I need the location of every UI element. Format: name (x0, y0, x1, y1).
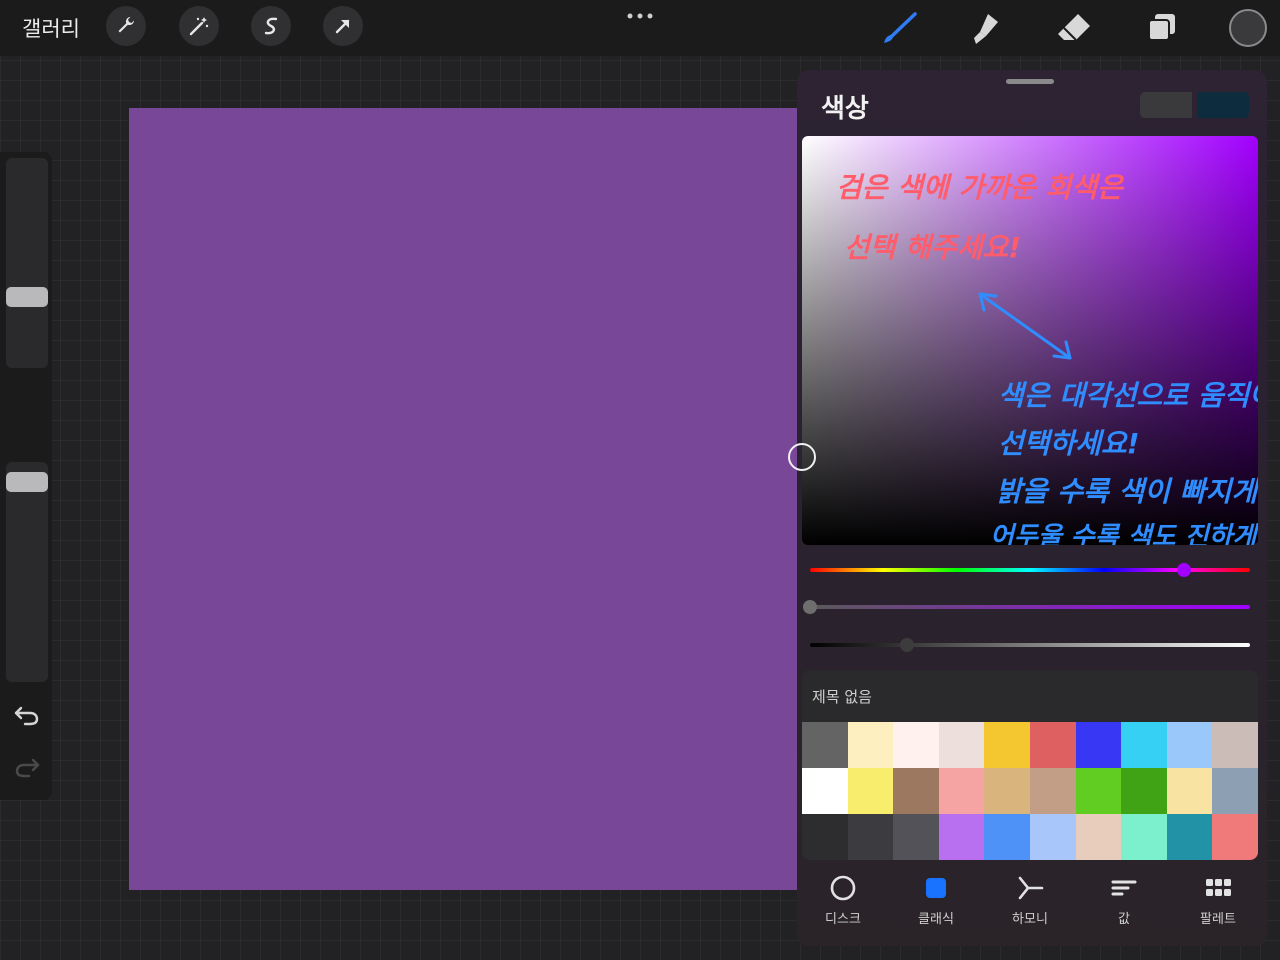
palette-grid-icon (1206, 879, 1231, 896)
brightness-slider[interactable] (810, 643, 1250, 647)
palette-swatch[interactable] (938, 814, 985, 860)
palette-swatch[interactable] (1166, 722, 1213, 768)
annotation-red-line1: 검은 색에 가까운 회색은 (836, 171, 1123, 204)
palette-swatch[interactable] (1075, 722, 1122, 768)
brush-size-slider[interactable] (6, 158, 48, 368)
selection-icon (264, 17, 278, 35)
annotation-blue-line1: 색은 대각선으로 움직여 (998, 379, 1258, 412)
harmony-icon (1018, 876, 1044, 900)
current-color-swatch[interactable] (1197, 92, 1249, 118)
move-arrow-icon (335, 19, 350, 34)
saturation-brightness-handle[interactable] (788, 443, 816, 471)
palette-swatch[interactable] (1075, 768, 1122, 814)
more-dots-icon[interactable] (622, 6, 658, 26)
brush-icon[interactable] (880, 8, 920, 48)
tab-disc[interactable]: 디스크 (803, 870, 883, 936)
palette-swatch[interactable] (802, 722, 848, 768)
palette-swatch[interactable] (847, 722, 894, 768)
saturation-thumb[interactable] (803, 600, 817, 614)
magic-wand-icon (189, 17, 209, 36)
wrench-icon (118, 16, 135, 33)
drawing-canvas[interactable] (129, 108, 797, 890)
palette-swatch[interactable] (847, 768, 894, 814)
opacity-slider[interactable] (6, 462, 48, 682)
disc-icon (830, 875, 856, 901)
annotation-red-line2: 선택 해주세요! (844, 231, 1022, 264)
annotation-blue-line4: 어두울 수록 색도 진하게 (990, 522, 1257, 545)
palette-swatch[interactable] (1029, 814, 1076, 860)
palette-swatch[interactable] (1121, 814, 1167, 860)
palette-section: 제목 없음 (802, 670, 1258, 860)
adjustments-button[interactable] (179, 6, 219, 46)
hue-thumb[interactable] (1177, 563, 1191, 577)
undo-icon[interactable] (12, 700, 42, 730)
palette-grid (802, 722, 1258, 860)
annotation-blue-line3: 밝을 수록 색이 빠지게 (996, 475, 1258, 508)
palette-swatch[interactable] (1029, 722, 1076, 768)
panel-grabber[interactable] (1006, 79, 1054, 84)
color-panel: 색상 검은 색에 가까운 회색은 선택 해주세요! 색은 대각선으로 움직여 선… (788, 70, 1267, 946)
brush-size-thumb[interactable] (6, 287, 48, 307)
palette-swatch[interactable] (938, 768, 985, 814)
panel-title: 색상 (821, 94, 869, 124)
palette-swatch[interactable] (1029, 768, 1076, 814)
palette-swatch[interactable] (1212, 722, 1258, 768)
palette-swatch[interactable] (893, 768, 939, 814)
palette-swatch[interactable] (1212, 768, 1258, 814)
tab-label: 값 (1118, 912, 1130, 927)
tab-classic[interactable]: 클래식 (896, 870, 976, 936)
tab-label: 디스크 (825, 912, 861, 927)
gallery-button[interactable]: 갤러리 (22, 13, 80, 43)
transform-button[interactable] (323, 6, 363, 46)
palette-swatch[interactable] (1166, 814, 1213, 860)
palette-swatch[interactable] (984, 722, 1030, 768)
tab-label: 팔레트 (1200, 912, 1236, 927)
classic-square-icon (926, 878, 946, 898)
opacity-thumb[interactable] (6, 472, 48, 492)
tab-value[interactable]: 값 (1084, 870, 1164, 936)
palette-swatch[interactable] (938, 722, 985, 768)
eraser-icon[interactable] (1054, 8, 1094, 48)
palette-swatch[interactable] (802, 768, 848, 814)
palette-swatch[interactable] (984, 768, 1030, 814)
palette-name: 제목 없음 (812, 688, 872, 706)
tab-label: 하모니 (1012, 912, 1048, 927)
palette-swatch[interactable] (893, 814, 939, 860)
actions-button[interactable] (106, 6, 146, 46)
palette-swatch[interactable] (1121, 768, 1167, 814)
palette-swatch[interactable] (1121, 722, 1167, 768)
saturation-brightness-square[interactable]: 검은 색에 가까운 회색은 선택 해주세요! 색은 대각선으로 움직여 선택하세… (802, 136, 1258, 545)
smudge-icon[interactable] (966, 8, 1006, 48)
palette-swatch[interactable] (984, 814, 1030, 860)
previous-color-swatch[interactable] (1140, 92, 1192, 118)
palette-swatch[interactable] (847, 814, 894, 860)
redo-icon[interactable] (12, 752, 42, 782)
saturation-slider[interactable] (810, 605, 1250, 609)
palette-swatch[interactable] (893, 722, 939, 768)
palette-swatch[interactable] (802, 814, 848, 860)
palette-swatch[interactable] (1075, 814, 1122, 860)
diagonal-arrow-icon (978, 292, 1072, 360)
left-sidebar (0, 152, 52, 800)
palette-swatch[interactable] (1212, 814, 1258, 860)
layers-icon[interactable] (1142, 8, 1182, 48)
palette-swatch[interactable] (1166, 768, 1213, 814)
tab-label: 클래식 (918, 912, 954, 927)
top-toolbar: 갤러리 (0, 0, 1280, 56)
value-sliders-icon (1111, 880, 1137, 896)
color-mode-tabbar: 디스크 클래식 하모니 값 팔레트 (797, 870, 1267, 940)
current-color-button[interactable] (1229, 9, 1267, 47)
tab-palettes[interactable]: 팔레트 (1178, 870, 1258, 936)
selection-button[interactable] (251, 6, 291, 46)
annotation-blue-line2: 선택하세요! (998, 427, 1140, 460)
brightness-thumb[interactable] (899, 638, 914, 652)
tab-harmony[interactable]: 하모니 (990, 870, 1070, 936)
